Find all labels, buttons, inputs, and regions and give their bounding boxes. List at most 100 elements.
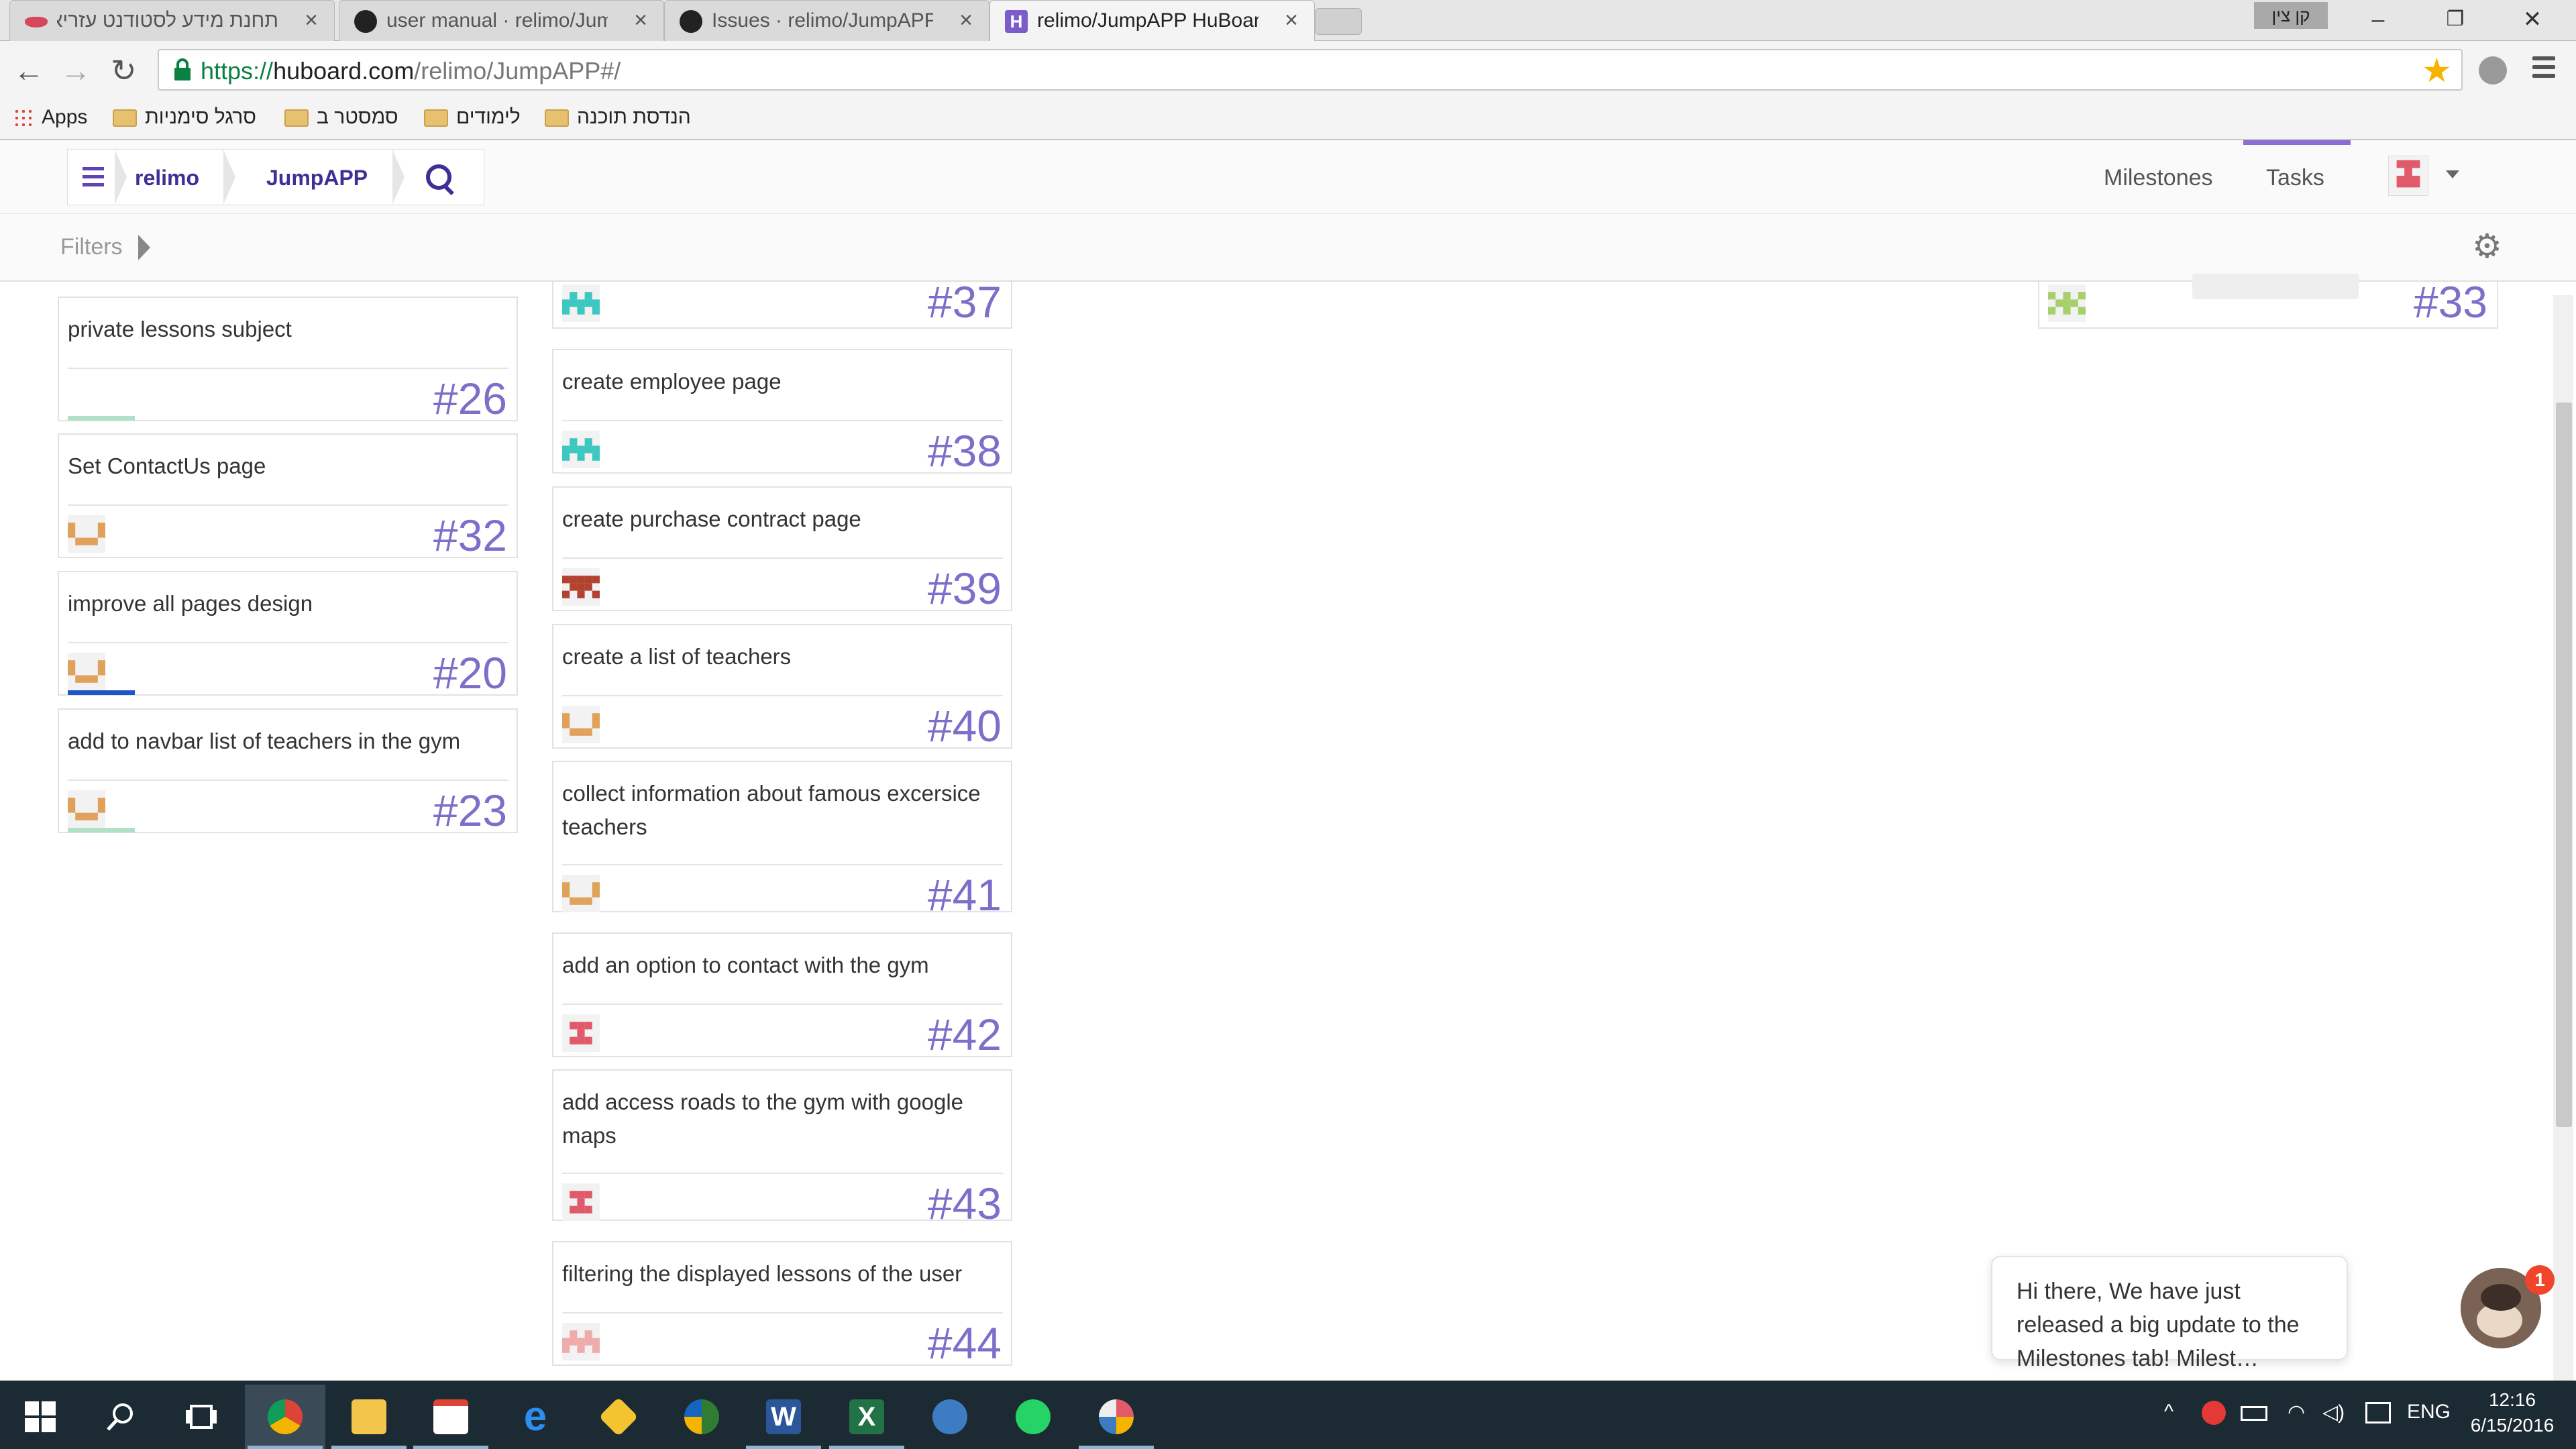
- assignee-avatar[interactable]: [68, 515, 105, 553]
- taskbar-gmail-icon[interactable]: [411, 1385, 491, 1449]
- taskbar-search-icon[interactable]: [80, 1385, 161, 1449]
- tab-close-icon[interactable]: ×: [634, 7, 647, 34]
- notification-center-icon[interactable]: [2365, 1402, 2391, 1424]
- issue-number[interactable]: #26: [433, 373, 507, 424]
- back-arrow-icon[interactable]: ←: [13, 52, 44, 89]
- chat-message-bubble[interactable]: Hi there, We have just released a big up…: [1991, 1256, 2348, 1371]
- issue-number[interactable]: #43: [928, 1178, 1002, 1229]
- issue-number[interactable]: #33: [2414, 276, 2487, 327]
- address-bar[interactable]: https://huboard.com/relimo/JumpAPP#/: [158, 49, 2463, 91]
- nav-tasks[interactable]: Tasks: [2266, 165, 2324, 191]
- gear-icon[interactable]: ⚙: [2472, 229, 2502, 263]
- taskbar-app-icon[interactable]: [910, 1385, 990, 1449]
- assignee-avatar[interactable]: [2048, 284, 2086, 322]
- tray-app-icon[interactable]: [2202, 1401, 2226, 1425]
- wifi-icon[interactable]: ◠: [2288, 1401, 2305, 1424]
- assignee-avatar[interactable]: [562, 1183, 600, 1221]
- search-icon[interactable]: [426, 164, 451, 190]
- extension-icon[interactable]: [2479, 56, 2507, 85]
- task-card[interactable]: create a list of teachers #40: [552, 624, 1012, 751]
- task-card[interactable]: create purchase contract page #39: [552, 486, 1012, 614]
- taskbar-word-icon[interactable]: W: [743, 1385, 824, 1449]
- task-card[interactable]: improve all pages design #20: [58, 571, 518, 698]
- task-card[interactable]: add to navbar list of teachers in the gy…: [58, 708, 518, 836]
- taskbar-file-explorer-icon[interactable]: [329, 1385, 409, 1449]
- task-card[interactable]: add an option to contact with the gym #42: [552, 932, 1012, 1060]
- browser-tab-4-active[interactable]: H relimo/JumpAPP HuBoard ×: [989, 0, 1315, 41]
- assignee-avatar[interactable]: [562, 1014, 600, 1052]
- new-tab-button[interactable]: [1315, 8, 1362, 35]
- bookmark-star-icon[interactable]: ★: [2422, 51, 2452, 90]
- task-card[interactable]: collect information about famous excersi…: [552, 761, 1012, 920]
- browser-tab-2[interactable]: user manual · relimo/Jump ×: [339, 0, 664, 41]
- task-card[interactable]: #37: [552, 277, 1012, 329]
- task-view-icon[interactable]: [161, 1385, 241, 1449]
- issue-number[interactable]: #37: [928, 276, 1002, 327]
- minimize-button[interactable]: –: [2348, 4, 2408, 35]
- taskbar-whatsapp-icon[interactable]: [993, 1385, 1073, 1449]
- issue-number[interactable]: #38: [928, 425, 1002, 476]
- bookmark-folder-3[interactable]: לימודים: [424, 101, 521, 133]
- taskbar-app-icon[interactable]: [578, 1385, 659, 1449]
- filters-toggle[interactable]: Filters: [60, 234, 123, 260]
- task-card[interactable]: private lessons subject #26: [58, 297, 518, 424]
- issue-number[interactable]: #20: [433, 647, 507, 698]
- taskbar-clock[interactable]: 12:16 6/15/2016: [2462, 1387, 2563, 1438]
- tab-close-icon[interactable]: ×: [959, 7, 973, 34]
- folder-icon: [113, 109, 137, 127]
- issue-number[interactable]: #40: [928, 700, 1002, 751]
- volume-icon[interactable]: ◁): [2322, 1401, 2345, 1424]
- issue-number[interactable]: #44: [928, 1318, 1002, 1368]
- bookmark-folder-1[interactable]: סרגל סימניות: [113, 101, 256, 133]
- issue-number[interactable]: #39: [928, 563, 1002, 614]
- taskbar-app-icon[interactable]: [661, 1385, 742, 1449]
- assignee-avatar[interactable]: [562, 706, 600, 743]
- tab-close-icon[interactable]: ×: [1285, 7, 1298, 34]
- scrollbar-thumb[interactable]: [2556, 402, 2572, 1127]
- hamburger-menu-icon[interactable]: [83, 167, 104, 191]
- issue-number[interactable]: #42: [928, 1009, 1002, 1060]
- assignee-avatar[interactable]: [562, 284, 600, 322]
- user-avatar[interactable]: [2388, 156, 2428, 196]
- taskbar-paint-icon[interactable]: [1076, 1385, 1157, 1449]
- start-button[interactable]: [0, 1385, 80, 1449]
- language-indicator[interactable]: ENG: [2407, 1401, 2451, 1424]
- browser-tab-1[interactable]: תחנת מידע לסטודנט עזריא ×: [9, 0, 335, 41]
- taskbar-excel-icon[interactable]: X: [826, 1385, 907, 1449]
- assignee-avatar[interactable]: [562, 568, 600, 606]
- task-card[interactable]: Set ContactUs page #32: [58, 433, 518, 561]
- taskbar-internet-explorer-icon[interactable]: e: [495, 1385, 576, 1449]
- reload-icon[interactable]: ↻: [111, 52, 137, 89]
- url-text: https://huboard.com/relimo/JumpAPP#/: [201, 57, 621, 85]
- bookmark-apps[interactable]: Apps: [13, 101, 87, 133]
- chevron-right-icon[interactable]: [138, 235, 150, 260]
- task-card[interactable]: add access roads to the gym with google …: [552, 1069, 1012, 1228]
- assignee-avatar[interactable]: [68, 653, 105, 690]
- breadcrumb-repo[interactable]: JumpAPP: [266, 166, 368, 191]
- chrome-menu-icon[interactable]: [2532, 56, 2555, 83]
- nav-milestones[interactable]: Milestones: [2104, 165, 2213, 191]
- breadcrumb-owner[interactable]: relimo: [135, 166, 199, 191]
- bookmark-folder-2[interactable]: סמסטר ב: [284, 101, 398, 133]
- issue-number[interactable]: #41: [928, 869, 1002, 920]
- close-window-button[interactable]: ✕: [2502, 4, 2563, 35]
- issue-number[interactable]: #32: [433, 510, 507, 561]
- tray-expand-icon[interactable]: ^: [2164, 1401, 2174, 1424]
- assignee-avatar[interactable]: [68, 790, 105, 828]
- taskbar-chrome-icon[interactable]: [245, 1385, 325, 1449]
- task-card[interactable]: filtering the displayed lessons of the u…: [552, 1241, 1012, 1368]
- assignee-avatar[interactable]: [562, 431, 600, 468]
- browser-tab-3[interactable]: Issues · relimo/JumpAPP ×: [664, 0, 989, 41]
- task-card[interactable]: create employee page #38: [552, 349, 1012, 476]
- assignee-avatar[interactable]: [562, 875, 600, 912]
- profile-name[interactable]: קן צין: [2254, 2, 2328, 29]
- restore-button[interactable]: ❐: [2425, 4, 2485, 35]
- bookmark-folder-4[interactable]: הנדסת תוכנה: [545, 101, 691, 133]
- forward-arrow-icon[interactable]: →: [60, 52, 91, 89]
- assignee-avatar[interactable]: [68, 378, 105, 416]
- chevron-down-icon[interactable]: [2446, 170, 2459, 178]
- battery-icon[interactable]: [2241, 1406, 2267, 1421]
- tab-close-icon[interactable]: ×: [305, 7, 318, 34]
- issue-number[interactable]: #23: [433, 785, 507, 836]
- assignee-avatar[interactable]: [562, 1323, 600, 1360]
